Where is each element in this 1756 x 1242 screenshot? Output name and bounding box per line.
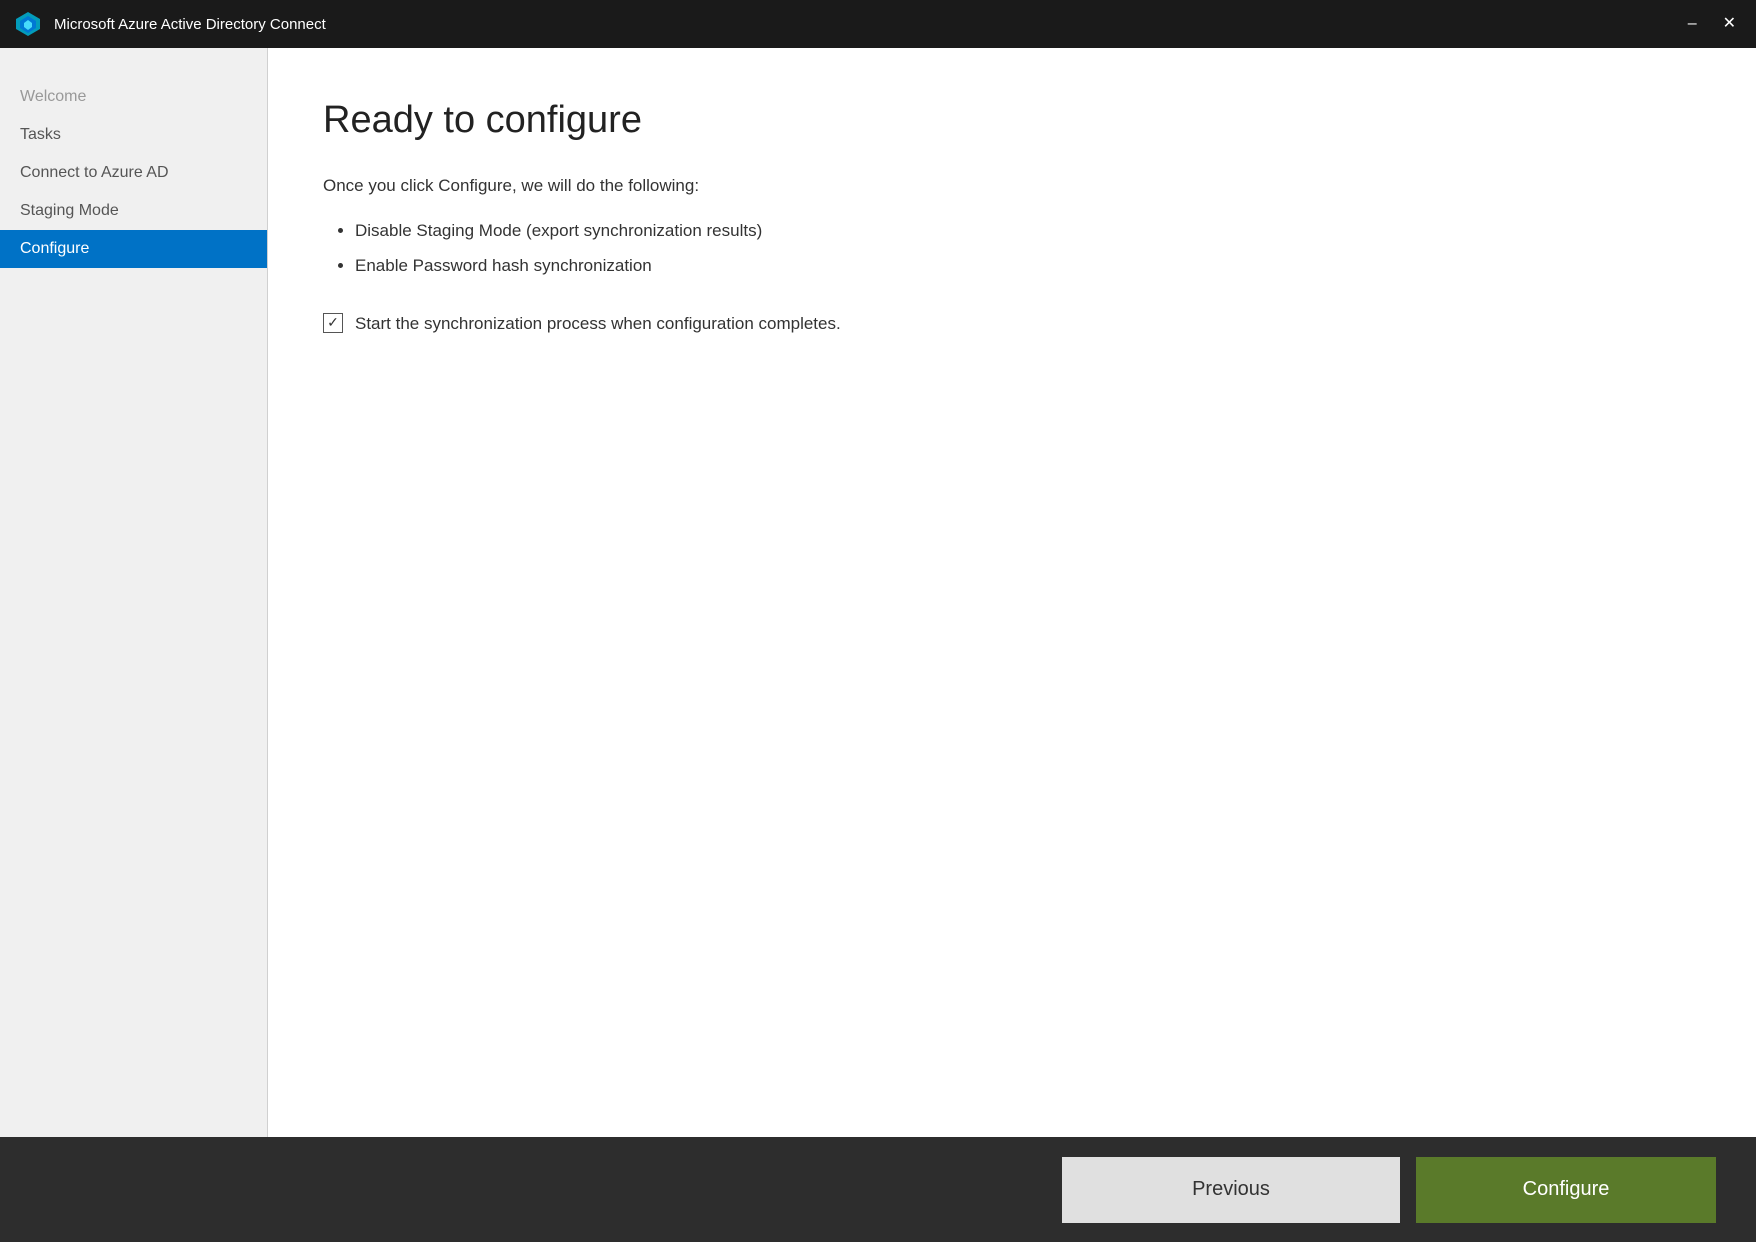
list-item: Disable Staging Mode (export synchroniza… xyxy=(355,218,1701,244)
page-content: Ready to configure Once you click Config… xyxy=(268,48,1756,1137)
sidebar: Welcome Tasks Connect to Azure AD Stagin… xyxy=(0,48,268,1137)
title-bar: Microsoft Azure Active Directory Connect… xyxy=(0,0,1756,48)
azure-ad-logo xyxy=(14,10,42,38)
minimize-button[interactable]: – xyxy=(1682,14,1703,34)
footer: Previous Configure xyxy=(0,1137,1756,1242)
sidebar-item-staging-mode[interactable]: Staging Mode xyxy=(0,192,267,230)
sidebar-item-welcome[interactable]: Welcome xyxy=(0,78,267,116)
list-item: Enable Password hash synchronization xyxy=(355,253,1701,279)
main-content: Welcome Tasks Connect to Azure AD Stagin… xyxy=(0,48,1756,1137)
sidebar-item-connect-azure-ad[interactable]: Connect to Azure AD xyxy=(0,154,267,192)
title-bar-text: Microsoft Azure Active Directory Connect xyxy=(54,16,1682,33)
app-window: Microsoft Azure Active Directory Connect… xyxy=(0,0,1756,1242)
previous-button[interactable]: Previous xyxy=(1062,1157,1400,1223)
description-text: Once you click Configure, we will do the… xyxy=(323,176,1701,196)
page-title: Ready to configure xyxy=(323,98,1701,144)
sync-checkbox-row: Start the synchronization process when c… xyxy=(323,311,1701,337)
sync-checkbox-label: Start the synchronization process when c… xyxy=(355,311,841,337)
title-bar-controls: – ✕ xyxy=(1682,14,1742,34)
sidebar-item-configure[interactable]: Configure xyxy=(0,230,267,268)
sidebar-item-tasks[interactable]: Tasks xyxy=(0,116,267,154)
bullet-list: Disable Staging Mode (export synchroniza… xyxy=(323,218,1701,279)
sync-checkbox[interactable] xyxy=(323,313,343,333)
close-button[interactable]: ✕ xyxy=(1717,14,1742,34)
configure-button[interactable]: Configure xyxy=(1416,1157,1716,1223)
